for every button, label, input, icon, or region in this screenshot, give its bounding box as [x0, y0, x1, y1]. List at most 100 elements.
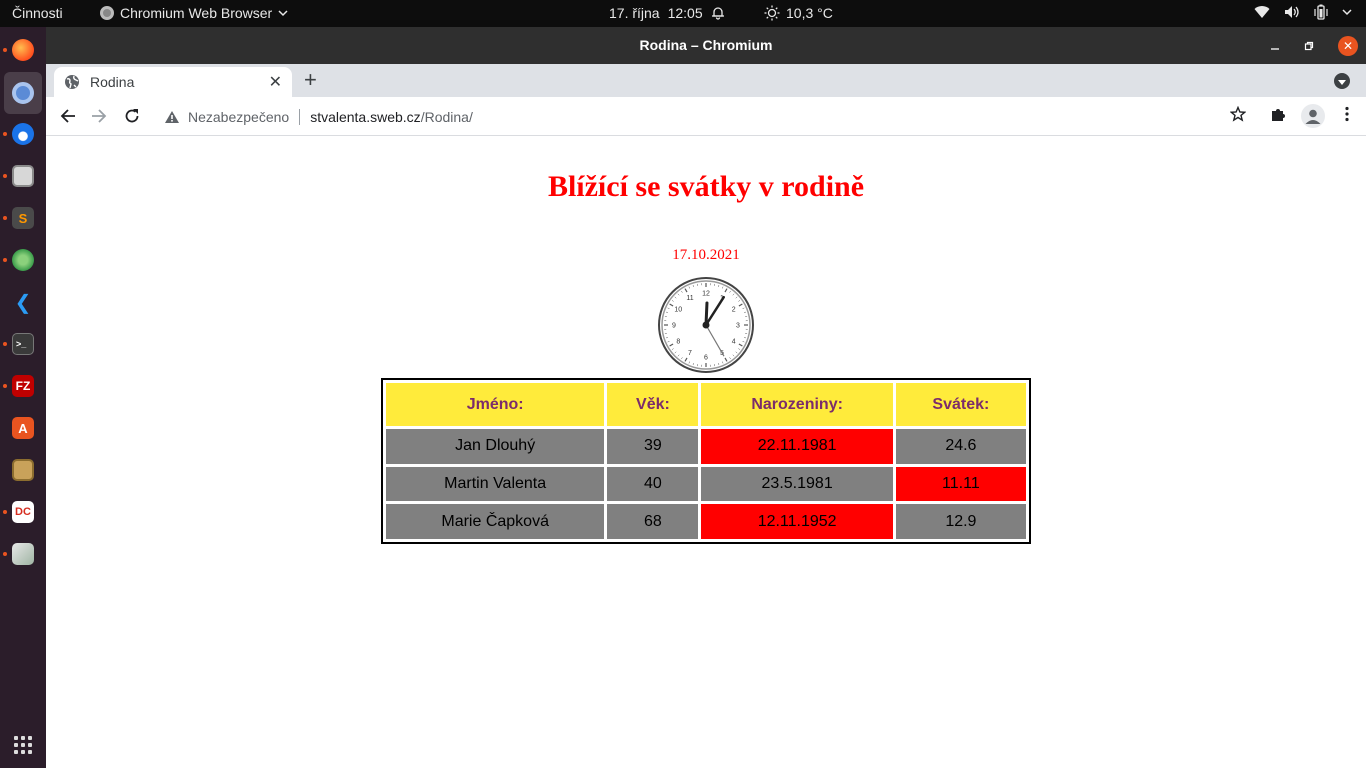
- address-bar[interactable]: Nezabezpečeno stvalenta.sweb.cz/Rodina/: [156, 101, 1256, 132]
- dock-terminal[interactable]: >_: [0, 323, 46, 365]
- system-tray[interactable]: [1254, 4, 1352, 20]
- analog-clock: 121234567891011: [657, 276, 755, 374]
- battery-icon: [1314, 4, 1328, 20]
- maximize-button[interactable]: [1304, 27, 1314, 64]
- dock-vscode[interactable]: ❮: [0, 281, 46, 323]
- clock-number: 6: [704, 355, 708, 362]
- dock-dc-app[interactable]: DC: [0, 491, 46, 533]
- bookmark-star-icon[interactable]: [1229, 105, 1247, 127]
- arrow-right-icon: [92, 109, 107, 123]
- sun-icon: [764, 5, 780, 21]
- dock-web-app[interactable]: [0, 239, 46, 281]
- extensions-puzzle-icon[interactable]: [1270, 106, 1286, 127]
- window-titlebar[interactable]: Rodina – Chromium ✕: [46, 27, 1366, 64]
- clock-date: 17. října: [609, 5, 660, 21]
- wifi-icon: [1254, 6, 1270, 19]
- close-tab-icon[interactable]: ✕: [269, 72, 282, 92]
- running-indicator: [3, 258, 7, 262]
- close-icon: ✕: [1338, 35, 1358, 56]
- running-indicator: [3, 174, 7, 178]
- cell-name: Jan Dlouhý: [386, 429, 605, 464]
- terminal-icon: >_: [12, 333, 34, 355]
- running-indicator: [3, 384, 7, 388]
- firefox-icon: [12, 39, 34, 61]
- forward-button[interactable]: [89, 106, 109, 126]
- new-tab-button[interactable]: +: [304, 69, 317, 91]
- cell-birthday: 22.11.1981: [701, 429, 893, 464]
- tab-strip: Rodina ✕ +: [46, 64, 1366, 97]
- table-header-row: Jméno: Věk: Narozeniny: Svátek:: [386, 383, 1026, 426]
- running-indicator: [3, 216, 7, 220]
- clock-number: 12: [702, 291, 710, 298]
- image-viewer-icon: [12, 543, 34, 565]
- cell-age: 40: [607, 466, 699, 502]
- cell-name: Martin Valenta: [386, 466, 605, 502]
- chevron-down-icon: [278, 10, 288, 17]
- minimize-button[interactable]: [1270, 27, 1280, 64]
- show-applications-icon[interactable]: [14, 736, 32, 754]
- reload-icon: [125, 109, 139, 123]
- table-row: Marie Čapková 68 12.11.1952 12.9: [386, 504, 1026, 539]
- dock-software-center[interactable]: A: [0, 407, 46, 449]
- archive-manager-icon: [12, 459, 34, 481]
- clock-number: 7: [688, 350, 692, 357]
- header-age: Věk:: [607, 383, 699, 426]
- reload-button[interactable]: [122, 106, 142, 126]
- profile-avatar-icon[interactable]: [1301, 104, 1325, 128]
- dock-sublime-text[interactable]: S: [0, 197, 46, 239]
- clock-number: 10: [674, 307, 682, 314]
- system-menu-chevron-icon: [1342, 9, 1352, 16]
- system-clock[interactable]: 17. října 12:05: [609, 5, 725, 21]
- browser-toolbar: Nezabezpečeno stvalenta.sweb.cz/Rodina/: [46, 97, 1366, 136]
- running-indicator: [3, 510, 7, 514]
- dock-firefox[interactable]: [0, 29, 46, 71]
- web-page: Blížící se svátky v rodině 17.10.2021 12…: [46, 136, 1366, 768]
- cell-nameday: 12.9: [895, 504, 1026, 539]
- dock-filezilla[interactable]: FZ: [0, 365, 46, 407]
- window-title: Rodina – Chromium: [639, 37, 773, 53]
- tab-rodina[interactable]: Rodina ✕: [54, 67, 292, 97]
- dock-files[interactable]: [0, 155, 46, 197]
- software-center-icon: A: [12, 417, 34, 439]
- analog-clock-face: 121234567891011: [658, 277, 754, 373]
- header-birthday: Narozeniny:: [701, 383, 893, 426]
- clock-number: 11: [686, 295, 693, 302]
- web-app-icon: [12, 249, 34, 271]
- clock-center: [702, 321, 710, 329]
- activities-button[interactable]: Činnosti: [12, 5, 63, 21]
- cell-age: 68: [607, 504, 699, 539]
- back-button[interactable]: [58, 106, 78, 126]
- dock-chromium[interactable]: [4, 72, 42, 114]
- weather-temperature: 10,3 °C: [786, 5, 833, 21]
- running-indicator: [3, 48, 7, 52]
- clock-number: 2: [732, 307, 736, 314]
- menu-kebab-icon[interactable]: [1339, 106, 1355, 127]
- cell-age: 39: [607, 429, 699, 464]
- app-menu[interactable]: Chromium Web Browser: [100, 5, 288, 21]
- weather-indicator[interactable]: 10,3 °C: [764, 5, 833, 21]
- running-indicator: [3, 342, 7, 346]
- filezilla-icon: FZ: [12, 375, 34, 397]
- dock-archive-manager[interactable]: [0, 449, 46, 491]
- ubuntu-dock: S ❮ >_ FZ A DC: [0, 27, 46, 768]
- tab-title: Rodina: [90, 74, 135, 90]
- current-date: 17.10.2021: [672, 247, 740, 263]
- cell-birthday: 12.11.1952: [701, 504, 893, 539]
- family-table: Jméno: Věk: Narozeniny: Svátek: Jan Dlou…: [381, 378, 1031, 544]
- thunderbird-icon: [12, 123, 34, 145]
- chromium-icon: [12, 82, 34, 104]
- running-indicator: [3, 132, 7, 136]
- table-row: Martin Valenta 40 23.5.1981 11.11: [386, 466, 1026, 502]
- dock-thunderbird[interactable]: [0, 113, 46, 155]
- close-window-button[interactable]: ✕: [1338, 27, 1358, 64]
- tab-search-icon[interactable]: [1334, 73, 1350, 89]
- dock-image-viewer[interactable]: [0, 533, 46, 575]
- cell-nameday: 24.6: [895, 429, 1026, 464]
- system-top-bar: Činnosti Chromium Web Browser 17. října …: [0, 0, 1366, 27]
- chromium-small-icon: [100, 6, 114, 20]
- clock-number: 4: [732, 339, 736, 346]
- arrow-left-icon: [60, 109, 75, 123]
- app-menu-label: Chromium Web Browser: [120, 5, 273, 21]
- dc-app-icon: DC: [12, 501, 34, 523]
- url-host: stvalenta.sweb.cz: [310, 108, 421, 125]
